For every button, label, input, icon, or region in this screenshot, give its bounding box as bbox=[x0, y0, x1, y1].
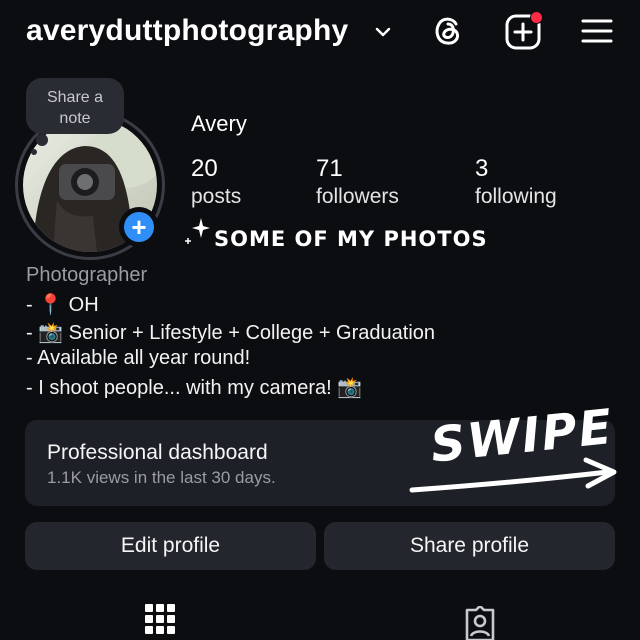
followers-count[interactable]: 71 bbox=[316, 155, 343, 183]
notification-dot bbox=[530, 11, 543, 24]
following-count[interactable]: 3 bbox=[475, 155, 488, 183]
dashboard-title: Professional dashboard bbox=[47, 441, 268, 464]
plus-icon[interactable]: + bbox=[124, 212, 154, 242]
username-title[interactable]: averyduttphotography bbox=[26, 14, 348, 48]
note-bubble-tail-small bbox=[31, 149, 37, 155]
share-profile-button[interactable]: Share profile bbox=[324, 522, 615, 570]
sticker-caption: SOME OF MY PHOTOS bbox=[214, 227, 488, 251]
note-bubble-tail bbox=[36, 134, 48, 146]
tagged-icon[interactable] bbox=[463, 606, 497, 640]
arrow-right-icon bbox=[409, 457, 617, 493]
bio-line: - Available all year round! bbox=[26, 347, 251, 369]
grid-icon[interactable] bbox=[145, 604, 175, 640]
followers-label[interactable]: followers bbox=[316, 185, 399, 209]
bio-line: - 📍 OH bbox=[26, 294, 99, 316]
sparkle-icon bbox=[185, 218, 210, 244]
note-text-line-1: Share a bbox=[46, 89, 104, 106]
menu-icon[interactable] bbox=[580, 16, 614, 46]
chevron-down-icon[interactable] bbox=[373, 22, 393, 42]
posts-count[interactable]: 20 bbox=[191, 155, 218, 183]
bio-line: - 📸 Senior + Lifestyle + College + Gradu… bbox=[26, 322, 436, 344]
threads-icon[interactable] bbox=[429, 12, 467, 50]
note-text-line-2: note bbox=[59, 110, 91, 127]
following-label[interactable]: following bbox=[475, 185, 557, 209]
dashboard-subtitle: 1.1K views in the last 30 days. bbox=[47, 468, 276, 487]
posts-label[interactable]: posts bbox=[191, 185, 241, 209]
bio-line: - I shoot people... with my camera! 📸 bbox=[26, 377, 363, 399]
edit-profile-button[interactable]: Edit profile bbox=[25, 522, 316, 570]
display-name: Avery bbox=[191, 111, 247, 136]
share-note-bubble[interactable]: Share a note bbox=[26, 78, 124, 134]
profile-category: Photographer bbox=[26, 264, 148, 286]
